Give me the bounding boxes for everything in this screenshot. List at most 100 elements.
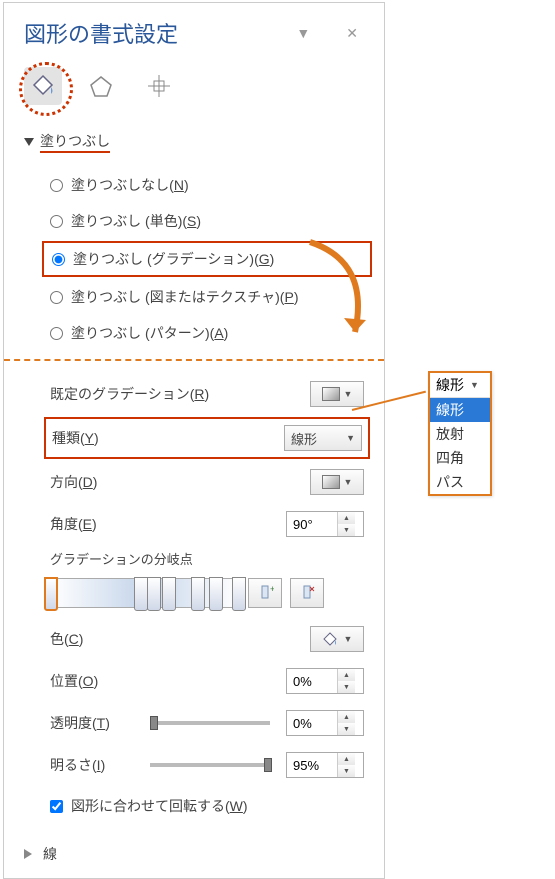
fill-section-label: 塗りつぶし xyxy=(40,131,110,153)
gradient-stop[interactable] xyxy=(191,577,205,611)
brightness-spinner[interactable]: ▲▼ xyxy=(286,752,364,778)
gradient-form: 既定のグラデーション(R) ▼ 種類(Y) 線形 ▼ 方向(D) ▼ xyxy=(24,373,364,830)
dropdown-selected[interactable]: 線形 ▼ xyxy=(430,373,490,398)
spin-up[interactable]: ▲ xyxy=(338,512,355,524)
brightness-label: 明るさ(I) xyxy=(50,755,134,775)
spin-up[interactable]: ▲ xyxy=(338,711,355,723)
dropdown-option[interactable]: 四角 xyxy=(430,446,490,470)
fill-radio-group: 塗りつぶしなし(N) 塗りつぶし (単色)(S) 塗りつぶし (グラデーション)… xyxy=(24,159,364,359)
transparency-label: 透明度(T) xyxy=(50,713,134,733)
spin-down[interactable]: ▼ xyxy=(338,681,355,693)
preset-label: 既定のグラデーション(R) xyxy=(50,384,310,404)
line-section-header[interactable]: 線 xyxy=(24,838,364,870)
collapse-triangle-icon xyxy=(24,138,34,146)
task-pane-menu-button[interactable]: ▼ xyxy=(290,25,316,41)
radio-fill-pattern[interactable]: 塗りつぶし (パターン)(A) xyxy=(50,315,364,351)
radio-label: 塗りつぶし (単色)(S) xyxy=(71,211,201,231)
position-input[interactable] xyxy=(287,674,337,689)
dropdown-option[interactable]: 放射 xyxy=(430,422,490,446)
radio-label: 塗りつぶし (パターン)(A) xyxy=(71,323,228,343)
annotation-separator xyxy=(4,359,384,361)
rotate-label: 図形に合わせて回転する(W) xyxy=(71,796,248,816)
row-angle: 角度(E) ▲▼ xyxy=(50,503,364,545)
preset-gradient-button[interactable]: ▼ xyxy=(310,381,364,407)
spin-down[interactable]: ▼ xyxy=(338,524,355,536)
color-button[interactable]: ▼ xyxy=(310,626,364,652)
fill-section-header[interactable]: 塗りつぶし xyxy=(24,125,364,159)
dropdown-option[interactable]: パス xyxy=(430,470,490,494)
radio-input[interactable] xyxy=(50,327,63,340)
gradient-stop[interactable] xyxy=(232,577,246,611)
svg-text:+: + xyxy=(270,584,274,594)
spin-up[interactable]: ▲ xyxy=(338,669,355,681)
row-color: 色(C) ▼ xyxy=(50,618,364,660)
close-button[interactable]: ✕ xyxy=(340,25,364,42)
chevron-down-icon: ▼ xyxy=(344,634,353,644)
radio-input[interactable] xyxy=(52,253,65,266)
color-label: 色(C) xyxy=(50,629,310,649)
row-position: 位置(O) ▲▼ xyxy=(50,660,364,702)
gradient-stop[interactable] xyxy=(44,577,58,611)
radio-fill-gradient[interactable]: 塗りつぶし (グラデーション)(G) xyxy=(42,241,372,277)
row-direction: 方向(D) ▼ xyxy=(50,461,364,503)
spin-down[interactable]: ▼ xyxy=(338,765,355,777)
radio-input[interactable] xyxy=(50,215,63,228)
stops-editor: + xyxy=(50,572,364,618)
radio-input[interactable] xyxy=(50,291,63,304)
brightness-slider[interactable] xyxy=(150,763,270,767)
tab-fill-line[interactable] xyxy=(24,67,62,105)
gradient-stop[interactable] xyxy=(147,577,161,611)
dropdown-selected-text: 線形 xyxy=(436,375,464,395)
radio-fill-picture[interactable]: 塗りつぶし (図またはテクスチャ)(P) xyxy=(50,279,364,315)
direction-label: 方向(D) xyxy=(50,472,310,492)
rotate-checkbox[interactable] xyxy=(50,800,63,813)
angle-spinner[interactable]: ▲▼ xyxy=(286,511,364,537)
slider-knob[interactable] xyxy=(150,716,158,730)
radio-input[interactable] xyxy=(50,179,63,192)
gradient-stop[interactable] xyxy=(134,577,148,611)
tab-effects[interactable] xyxy=(82,67,120,105)
radio-label: 塗りつぶしなし(N) xyxy=(71,175,189,195)
gradient-stop[interactable] xyxy=(162,577,176,611)
type-dropdown-callout: 線形 ▼ 線形 放射 四角 パス xyxy=(428,371,492,496)
row-rotate-with-shape[interactable]: 図形に合わせて回転する(W) xyxy=(50,786,364,820)
transparency-spinner[interactable]: ▲▼ xyxy=(286,710,364,736)
transparency-input[interactable] xyxy=(287,716,337,731)
chevron-down-icon: ▼ xyxy=(470,380,479,390)
remove-stop-icon xyxy=(298,584,316,602)
radio-label: 塗りつぶし (図またはテクスチャ)(P) xyxy=(71,287,298,307)
direction-button[interactable]: ▼ xyxy=(310,469,364,495)
stops-label: グラデーションの分岐点 xyxy=(50,545,364,572)
spin-down[interactable]: ▼ xyxy=(338,723,355,735)
brightness-input[interactable] xyxy=(287,758,337,773)
chevron-down-icon: ▼ xyxy=(344,477,353,487)
expand-triangle-icon xyxy=(24,849,37,859)
slider-knob[interactable] xyxy=(264,758,272,772)
tab-strip xyxy=(4,57,384,125)
add-stop-button[interactable]: + xyxy=(248,578,282,608)
radio-fill-solid[interactable]: 塗りつぶし (単色)(S) xyxy=(50,203,364,239)
angle-label: 角度(E) xyxy=(50,514,286,534)
format-shape-pane: 図形の書式設定 ▼ ✕ 塗りつぶし 塗りつぶしなし(N) 塗りつぶし (単色)( xyxy=(3,2,385,879)
row-type: 種類(Y) 線形 ▼ xyxy=(44,417,370,459)
fill-section: 塗りつぶし 塗りつぶしなし(N) 塗りつぶし (単色)(S) 塗りつぶし (グラ… xyxy=(4,125,384,838)
gradient-bar[interactable] xyxy=(50,578,240,608)
chevron-down-icon: ▼ xyxy=(346,433,355,443)
position-label: 位置(O) xyxy=(50,671,134,691)
gradient-stop[interactable] xyxy=(209,577,223,611)
transparency-slider[interactable] xyxy=(150,721,270,725)
type-combo[interactable]: 線形 ▼ xyxy=(284,425,362,451)
remove-stop-button[interactable] xyxy=(290,578,324,608)
line-section: 線 xyxy=(4,838,384,878)
pane-title: 図形の書式設定 xyxy=(24,17,290,49)
position-spinner[interactable]: ▲▼ xyxy=(286,668,364,694)
tab-size[interactable] xyxy=(140,67,178,105)
radio-label: 塗りつぶし (グラデーション)(G) xyxy=(73,249,274,269)
paint-bucket-icon xyxy=(322,631,340,647)
angle-input[interactable] xyxy=(287,517,337,532)
swatch-icon xyxy=(322,387,340,401)
type-value: 線形 xyxy=(291,429,340,448)
spin-up[interactable]: ▲ xyxy=(338,753,355,765)
radio-fill-none[interactable]: 塗りつぶしなし(N) xyxy=(50,167,364,203)
dropdown-option[interactable]: 線形 xyxy=(430,398,490,422)
